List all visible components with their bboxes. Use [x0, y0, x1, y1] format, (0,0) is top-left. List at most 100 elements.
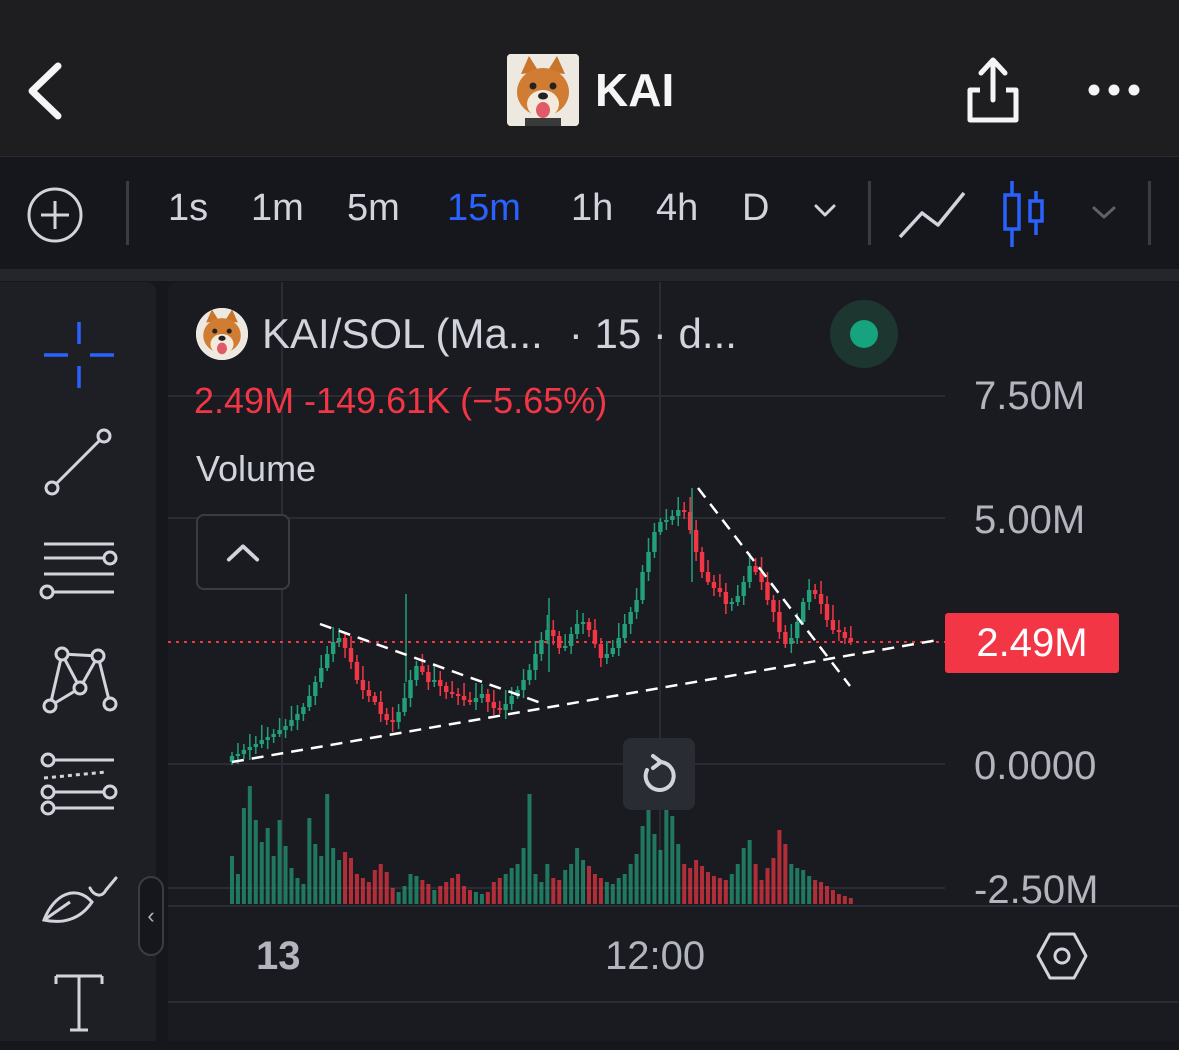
timeframe-1h[interactable]: 1h: [571, 187, 613, 230]
candle-body: [289, 720, 294, 726]
candle-body: [610, 648, 615, 654]
candle-body: [467, 700, 473, 702]
fib-icon[interactable]: [36, 746, 122, 832]
candle-body: [670, 516, 675, 520]
plus-circle-icon[interactable]: [26, 186, 84, 244]
back-button[interactable]: [22, 56, 82, 126]
horizontal-lines-icon[interactable]: [36, 532, 122, 618]
candle-body: [497, 708, 502, 710]
volume-bar: [771, 858, 776, 904]
candle-body: [795, 622, 800, 638]
volume-bar: [366, 882, 371, 904]
timeframe-5m[interactable]: 5m: [347, 187, 400, 230]
legend-symbol: KAI/SOL (Ma...: [262, 310, 543, 357]
volume-bar: [825, 886, 829, 904]
candle-body: [699, 552, 705, 572]
volume-bar: [521, 848, 526, 904]
candle-body: [277, 730, 282, 734]
candle-body: [616, 638, 621, 648]
candle-body: [812, 590, 818, 594]
candle-body: [765, 582, 770, 600]
volume-bar: [723, 880, 728, 904]
volume-bar: [349, 858, 353, 904]
drawing-tools-sidebar: [0, 282, 156, 1041]
volume-bar: [277, 820, 282, 904]
volume-bar: [640, 826, 645, 904]
volume-bar: [676, 844, 681, 904]
volume-bar: [444, 882, 449, 904]
brush-icon[interactable]: [36, 862, 122, 948]
volume-bar: [354, 874, 359, 904]
candle-body: [283, 726, 288, 730]
line-chart-icon[interactable]: [896, 185, 968, 243]
volume-indicator-label[interactable]: Volume: [196, 448, 316, 490]
candle-body: [473, 698, 479, 702]
timeframe-d[interactable]: D: [742, 187, 769, 230]
volume-bar: [414, 876, 419, 904]
volume-bar: [628, 864, 633, 904]
timeframe-4h[interactable]: 4h: [656, 187, 698, 230]
header-bar: KAI: [0, 0, 1179, 157]
candle-body: [646, 552, 651, 572]
current-price-tag: 2.49M: [945, 613, 1119, 673]
volume-bar: [378, 864, 383, 904]
chart-legend[interactable]: KAI/SOL (Ma... · 15 · d...: [196, 306, 737, 362]
timeframe-1s[interactable]: 1s: [168, 187, 208, 230]
volume-bar: [343, 852, 348, 904]
volume-bar: [259, 842, 264, 904]
timeframe-1m[interactable]: 1m: [251, 187, 304, 230]
candle-body: [527, 670, 532, 680]
volume-bar: [682, 864, 687, 904]
volume-bar: [551, 878, 556, 904]
candle-body: [735, 596, 740, 602]
candle-body: [521, 680, 526, 690]
share-icon[interactable]: [962, 54, 1024, 126]
candle-body: [509, 696, 514, 704]
text-icon[interactable]: [36, 964, 122, 1050]
candle-body: [729, 602, 734, 604]
candle-body: [818, 594, 824, 604]
market-status-indicator[interactable]: [830, 300, 898, 368]
volume-bar: [408, 874, 413, 904]
candle-body: [247, 747, 253, 750]
candle-body: [842, 632, 848, 638]
x-axis-label: 12:00: [605, 934, 706, 978]
volume-bar: [616, 878, 621, 904]
candle-body: [568, 634, 574, 646]
candle-body: [533, 654, 538, 670]
collapse-sidebar-button[interactable]: ‹: [138, 876, 164, 956]
trend-line-icon[interactable]: [36, 420, 122, 506]
volume-bar: [610, 884, 615, 904]
volume-bar: [807, 876, 812, 904]
page-title: KAI: [595, 64, 675, 116]
candle-body: [414, 666, 419, 680]
volume-bar: [813, 880, 818, 904]
more-horizontal-icon[interactable]: [1084, 70, 1144, 110]
settings-hexagon-icon[interactable]: [1036, 930, 1088, 982]
timeframe-15m[interactable]: 15m: [447, 187, 521, 230]
volume-bar: [265, 828, 270, 904]
volume-bar: [432, 890, 437, 904]
volume-bar: [557, 880, 562, 904]
candle-body: [319, 668, 324, 682]
volume-bar: [402, 886, 407, 904]
volume-bar: [515, 864, 520, 904]
volume-bar: [789, 864, 794, 904]
volume-bar: [241, 808, 246, 904]
volume-bar: [473, 892, 478, 904]
chevron-up-icon[interactable]: [196, 514, 290, 590]
candle-body: [789, 638, 794, 644]
candle-body: [432, 680, 437, 682]
candle-body: [491, 702, 496, 708]
pattern-icon[interactable]: [36, 638, 122, 724]
crosshair-icon[interactable]: [36, 312, 122, 398]
volume-bar: [491, 882, 496, 904]
candle-body: [390, 720, 395, 722]
reset-chart-icon[interactable]: [623, 738, 695, 810]
chart-type-chevron-down-icon[interactable]: [1090, 203, 1118, 223]
candle-body: [241, 750, 247, 754]
timeframe-chevron-down-icon[interactable]: [812, 201, 838, 221]
candlestick-icon[interactable]: [1000, 177, 1048, 251]
volume-bar: [247, 786, 252, 904]
candle-body: [271, 734, 276, 737]
